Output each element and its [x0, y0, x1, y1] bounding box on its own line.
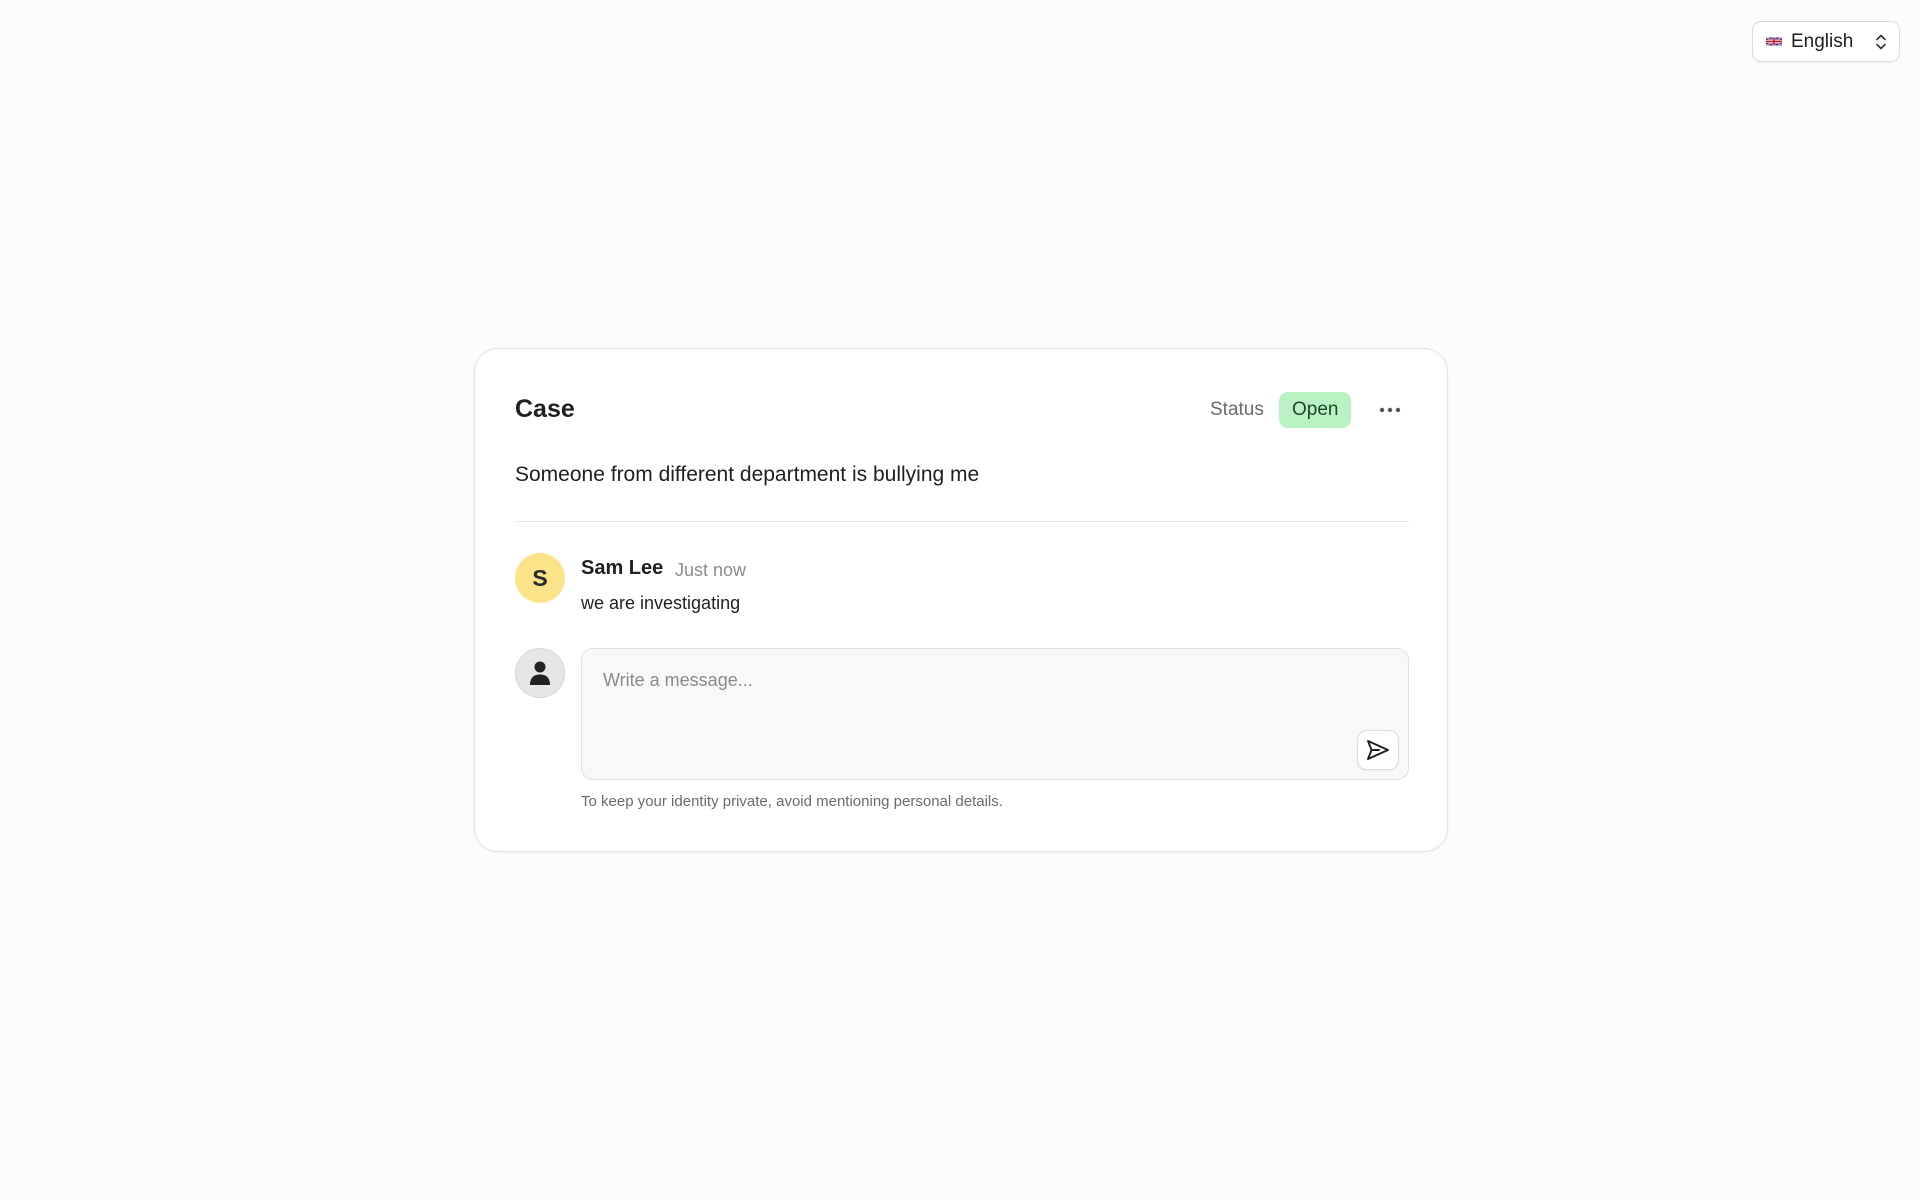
- uk-flag-icon: [1766, 36, 1782, 47]
- comment-timestamp: Just now: [675, 560, 747, 580]
- status-badge: Open: [1279, 392, 1352, 428]
- divider: [515, 521, 1409, 522]
- more-options-button[interactable]: [1375, 395, 1405, 425]
- send-button[interactable]: [1357, 730, 1399, 770]
- case-description: Someone from different department is bul…: [515, 463, 980, 486]
- comment-author: Sam Lee: [581, 557, 664, 579]
- privacy-note: To keep your identity private, avoid men…: [581, 793, 1003, 810]
- case-card: Case Status Open Someone from different …: [474, 348, 1448, 852]
- send-icon: [1367, 740, 1389, 760]
- chevron-up-down-icon: [1876, 34, 1886, 49]
- comment-text: we are investigating: [581, 593, 741, 613]
- case-title: Case: [515, 395, 575, 423]
- language-select[interactable]: English: [1752, 21, 1900, 62]
- ellipsis-icon: [1379, 407, 1401, 413]
- message-composer: [581, 648, 1409, 780]
- message-input[interactable]: [582, 649, 1408, 779]
- status-label: Status: [1210, 399, 1264, 420]
- user-icon: [530, 661, 550, 685]
- avatar: S: [515, 553, 565, 603]
- language-label: English: [1791, 30, 1854, 52]
- current-user-avatar: [515, 648, 565, 698]
